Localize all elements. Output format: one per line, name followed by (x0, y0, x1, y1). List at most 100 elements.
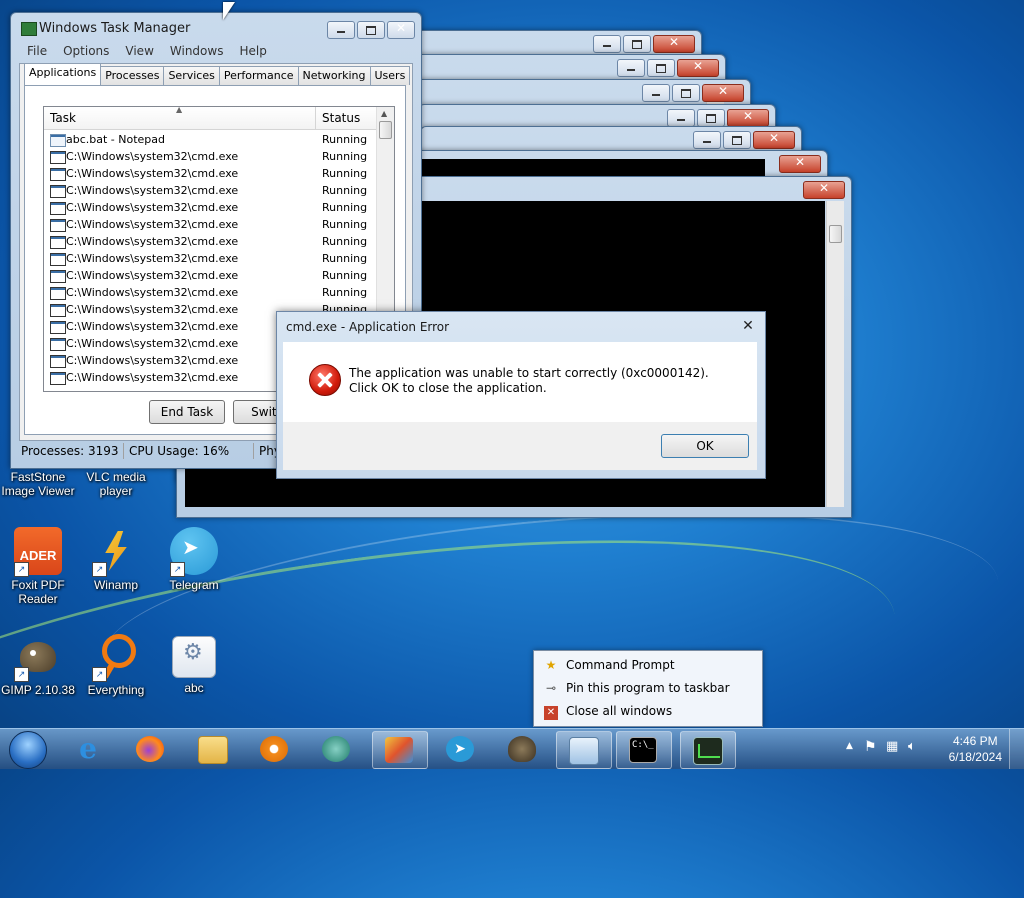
table-row[interactable]: C:\Windows\system32\cmd.exe Running (44, 199, 377, 216)
end-task-button[interactable]: End Task (149, 400, 225, 424)
table-row[interactable]: C:\Windows\system32\cmd.exe Running (44, 216, 377, 233)
desktop-icon-winamp[interactable]: ↗ Winamp (76, 527, 156, 592)
desktop-icon-abc[interactable]: ⚙ abc (154, 632, 234, 695)
minimize-button[interactable] (327, 21, 355, 39)
desktop-icon-telegram[interactable]: ➤ ↗ Telegram (154, 527, 234, 592)
menu-windows[interactable]: Windows (162, 43, 232, 59)
table-row[interactable]: C:\Windows\system32\cmd.exe Running (44, 165, 377, 182)
taskbar-media-player[interactable] (248, 731, 302, 767)
clock[interactable]: 4:46 PM 6/18/2024 (949, 733, 1002, 765)
tab-users[interactable]: Users (369, 66, 411, 85)
close-button[interactable] (702, 84, 744, 102)
star-icon: ★ (545, 658, 557, 672)
application-error-dialog[interactable]: cmd.exe - Application Error ✕ The applic… (276, 311, 766, 479)
close-button[interactable] (387, 21, 415, 39)
icon-label: FastStone Image Viewer (1, 470, 75, 498)
maximize-button[interactable] (647, 59, 675, 77)
minimize-button[interactable] (617, 59, 645, 77)
maximize-button[interactable] (357, 21, 385, 39)
cpu-usage: CPU Usage: 16% (129, 444, 230, 458)
tab-services[interactable]: Services (163, 66, 220, 85)
desktop-icon-faststone[interactable]: FastStone Image Viewer (0, 470, 78, 498)
desktop-icon-everything[interactable]: ↗ Everything (76, 632, 156, 697)
dialog-title: cmd.exe - Application Error (286, 320, 450, 334)
jumplist-label: Close all windows (566, 704, 673, 718)
minimize-button[interactable] (693, 131, 721, 149)
maximize-button[interactable] (697, 109, 725, 127)
minimize-button[interactable] (667, 109, 695, 127)
maximize-button[interactable] (723, 131, 751, 149)
minimize-button[interactable] (642, 84, 670, 102)
taskbar-gimp[interactable] (496, 731, 550, 767)
dialog-close-icon[interactable]: ✕ (739, 318, 757, 334)
desktop-icon-vlc[interactable]: VLC media player (76, 470, 156, 498)
tab-networking[interactable]: Networking (297, 66, 371, 85)
column-task[interactable]: Task (50, 111, 76, 125)
cmd-icon (50, 287, 66, 300)
icon-label: abc (184, 681, 204, 695)
volume-muted-icon[interactable]: 🔈︎ (908, 739, 916, 754)
menu-view[interactable]: View (117, 43, 161, 59)
taskbar-video-player[interactable] (310, 731, 364, 767)
tab-strip: Applications Processes Services Performa… (24, 63, 411, 85)
table-row[interactable]: C:\Windows\system32\cmd.exe Running (44, 250, 377, 267)
close-button[interactable] (779, 155, 821, 173)
table-row[interactable]: C:\Windows\system32\cmd.exe Running (44, 267, 377, 284)
taskbar: e ➤ C:\_ ▲ ⚑ ▦ 🔈︎ 4:46 PM 6/18/2024 (0, 728, 1024, 769)
jumplist-pin[interactable]: ⊸ Pin this program to taskbar (544, 678, 730, 698)
cmd-icon (50, 253, 66, 266)
taskbar-firefox[interactable] (124, 731, 178, 767)
minimize-button[interactable] (593, 35, 621, 53)
table-row[interactable]: C:\Windows\system32\cmd.exe Running (44, 233, 377, 250)
column-status[interactable]: Status (322, 111, 360, 125)
table-row[interactable]: C:\Windows\system32\cmd.exe Running (44, 182, 377, 199)
cmd-icon (50, 270, 66, 283)
jumplist-close-all[interactable]: ✕ Close all windows (544, 701, 672, 721)
task-name: C:\Windows\system32\cmd.exe (66, 201, 239, 214)
ok-button[interactable]: OK (661, 434, 749, 458)
taskbar-internet-explorer[interactable]: e (62, 731, 116, 767)
task-name: C:\Windows\system32\cmd.exe (66, 218, 239, 231)
taskbar-notepad[interactable] (556, 731, 612, 769)
task-name: C:\Windows\system32\cmd.exe (66, 303, 239, 316)
network-icon[interactable]: ▦ (886, 739, 898, 754)
scrollbar[interactable] (826, 201, 844, 507)
menu-options[interactable]: Options (55, 43, 117, 59)
task-name: C:\Windows\system32\cmd.exe (66, 320, 239, 333)
action-center-flag-icon[interactable]: ⚑ (864, 739, 877, 755)
table-row[interactable]: C:\Windows\system32\cmd.exe Running (44, 148, 377, 165)
jumplist-command-prompt[interactable]: ★ Command Prompt (544, 655, 675, 675)
scroll-up-icon[interactable]: ▲ (381, 109, 387, 118)
show-desktop-button[interactable] (1009, 729, 1024, 769)
close-button[interactable] (803, 181, 845, 199)
close-button[interactable] (753, 131, 795, 149)
maximize-button[interactable] (672, 84, 700, 102)
scroll-thumb[interactable] (379, 121, 392, 139)
maximize-button[interactable] (623, 35, 651, 53)
taskbar-task-manager[interactable] (680, 731, 736, 769)
tab-applications[interactable]: Applications (24, 63, 102, 85)
list-header: ▲ Task Status (44, 107, 377, 130)
tab-performance[interactable]: Performance (218, 66, 299, 85)
close-button[interactable] (727, 109, 769, 127)
menu-help[interactable]: Help (231, 43, 274, 59)
taskbar-telegram[interactable]: ➤ (434, 731, 488, 767)
cmd-icon (50, 219, 66, 232)
table-row[interactable]: C:\Windows\system32\cmd.exe Running (44, 284, 377, 301)
taskbar-paint[interactable] (372, 731, 428, 769)
tab-processes[interactable]: Processes (100, 66, 165, 85)
shortcut-arrow-icon: ↗ (92, 667, 107, 682)
start-button[interactable] (6, 729, 48, 769)
taskbar-file-explorer[interactable] (186, 731, 240, 767)
icon-label: GIMP 2.10.38 (1, 683, 75, 697)
taskbar-cmd[interactable]: C:\_ (616, 731, 672, 769)
close-button[interactable] (653, 35, 695, 53)
close-button[interactable] (677, 59, 719, 77)
cmd-icon (50, 372, 66, 385)
desktop-icon-foxit[interactable]: ADER ↗ Foxit PDF Reader (0, 527, 78, 606)
menu-file[interactable]: File (19, 43, 55, 59)
desktop-icon-gimp[interactable]: ↗ GIMP 2.10.38 (0, 632, 78, 697)
table-row[interactable]: abc.bat - Notepad Running (44, 131, 377, 148)
task-name: abc.bat - Notepad (66, 133, 166, 146)
show-hidden-icons-icon[interactable]: ▲ (846, 741, 853, 751)
